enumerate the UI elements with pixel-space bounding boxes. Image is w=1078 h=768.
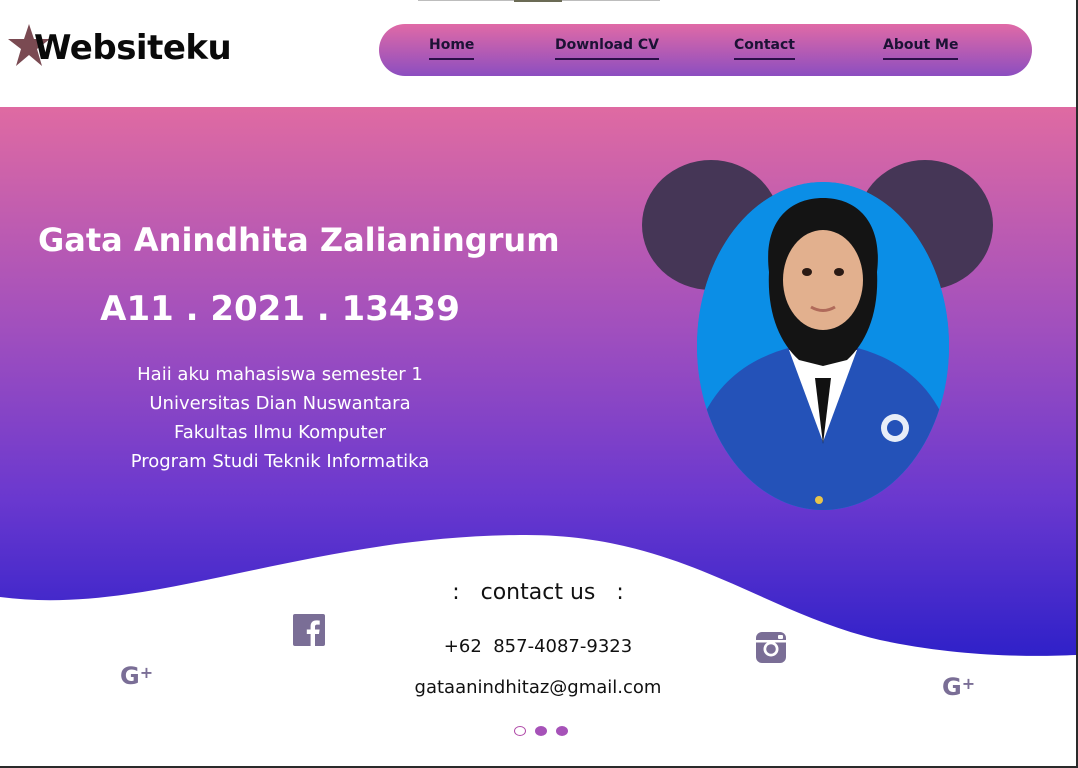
- nav-home[interactable]: Home: [429, 37, 475, 60]
- description-line: Haii aku mahasiswa semester 1: [137, 364, 423, 385]
- google-plus-link-left[interactable]: G+: [120, 662, 153, 690]
- google-plus-icon: G+: [120, 662, 154, 690]
- contact-heading: : contact us :: [452, 580, 624, 605]
- carousel-dots: [514, 726, 574, 738]
- profile-photo-icon: [697, 182, 949, 510]
- hero-name: Gata Anindhita Zalianingrum: [38, 221, 560, 259]
- logo-text: Websiteku: [34, 28, 232, 68]
- contact-email[interactable]: gataanindhitaz@gmail.com: [0, 677, 1076, 698]
- carousel-dot[interactable]: [535, 726, 547, 736]
- nav-download-cv[interactable]: Download CV: [555, 37, 660, 60]
- hero-description: Haii aku mahasiswa semester 1 Universita…: [0, 360, 560, 476]
- facebook-icon: [293, 614, 325, 646]
- google-plus-icon: G+: [942, 673, 976, 701]
- description-line: Fakultas Ilmu Komputer: [174, 422, 386, 443]
- contact-phone: +62 857-4087-9323: [443, 636, 633, 657]
- description-line: Program Studi Teknik Informatika: [130, 451, 430, 472]
- profile-photo: [697, 182, 949, 510]
- nav-contact[interactable]: Contact: [734, 37, 795, 60]
- carousel-dot[interactable]: [556, 726, 568, 736]
- google-plus-link-right[interactable]: G+: [942, 673, 975, 701]
- carousel-dot[interactable]: [514, 726, 526, 736]
- main-nav: Home Download CV Contact About Me: [379, 24, 1032, 76]
- nav-about-me[interactable]: About Me: [883, 37, 959, 60]
- description-line: Universitas Dian Nuswantara: [149, 393, 411, 414]
- scroll-indicator: [418, 0, 660, 2]
- facebook-link[interactable]: [293, 614, 325, 650]
- instagram-link[interactable]: [755, 631, 787, 668]
- student-id: A11 . 2021 . 13439: [100, 289, 460, 329]
- instagram-icon: [756, 632, 786, 663]
